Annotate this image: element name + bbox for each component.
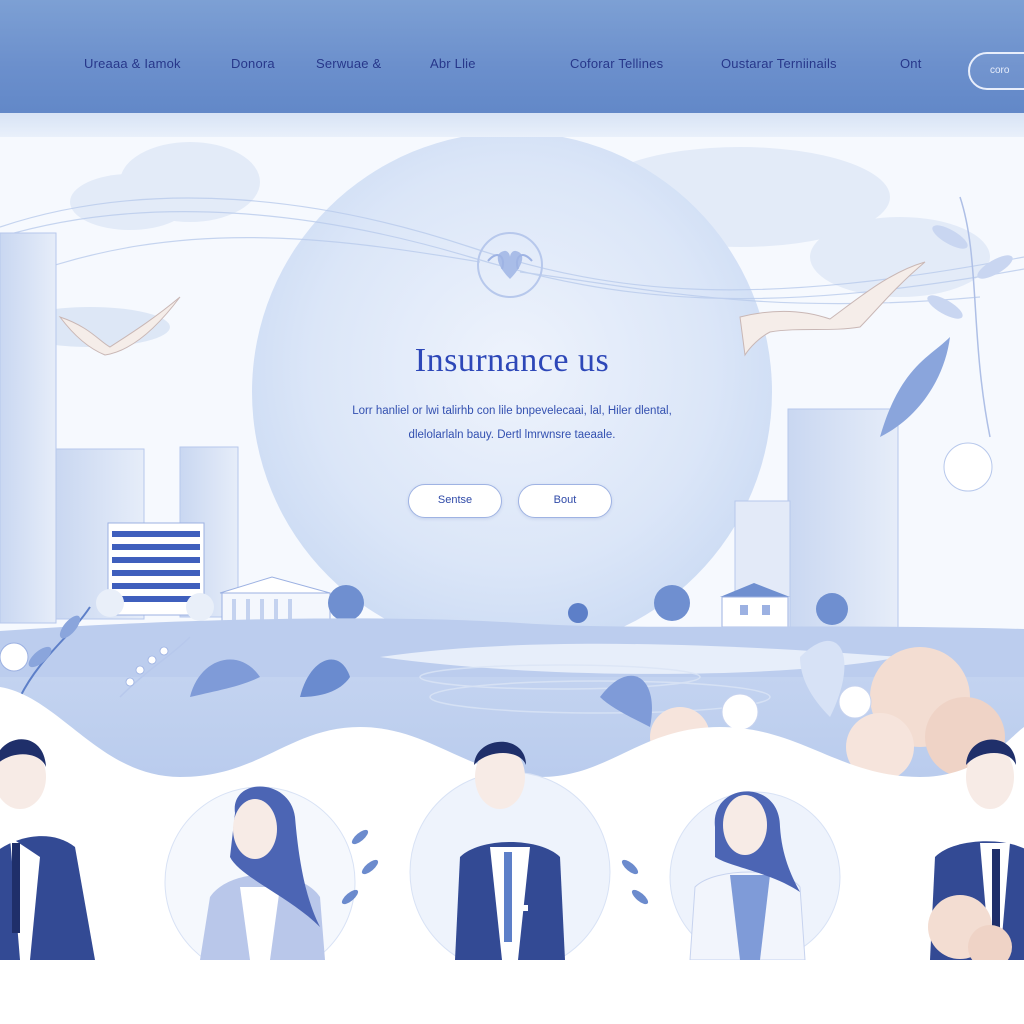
- nav-item-5[interactable]: Coforar Tellines: [570, 56, 663, 71]
- nav-item-7[interactable]: Ont: [900, 56, 922, 71]
- hero-secondary-button[interactable]: Bout: [518, 484, 612, 518]
- sky-circle: [252, 137, 772, 652]
- nav-item-6[interactable]: Oustarar Terniinails: [721, 56, 837, 71]
- hero-title: Insurnance us: [414, 342, 610, 379]
- hero-section: Insurnance us Lorr hanliel or lwi talirh…: [0, 137, 1024, 960]
- nav-sub-band: [0, 113, 1024, 137]
- hero-primary-button[interactable]: Sentse: [408, 484, 502, 518]
- hero-description: Lorr hanliel or lwi talirhb con lile bnp…: [300, 399, 724, 447]
- hero-description-line-2: dlelolarlaln bauy. Dertl lmrwnsre taeaal…: [408, 429, 616, 441]
- nav-item-1[interactable]: Ureaaa & Iamok: [84, 56, 181, 71]
- top-navbar: Ureaaa & Iamok Donora Serwuae & Abr Llie…: [0, 0, 1024, 113]
- nav-item-3[interactable]: Serwuae &: [316, 56, 381, 71]
- nav-cta-button[interactable]: coro: [968, 52, 1024, 90]
- hero-description-line-1: Lorr hanliel or lwi talirhb con lile bnp…: [352, 405, 672, 417]
- footer-strip: [0, 960, 1024, 1024]
- nav-item-4[interactable]: Abr Llie: [430, 56, 476, 71]
- nav-item-2[interactable]: Donora: [231, 56, 275, 71]
- hero-illustration: [0, 137, 1024, 960]
